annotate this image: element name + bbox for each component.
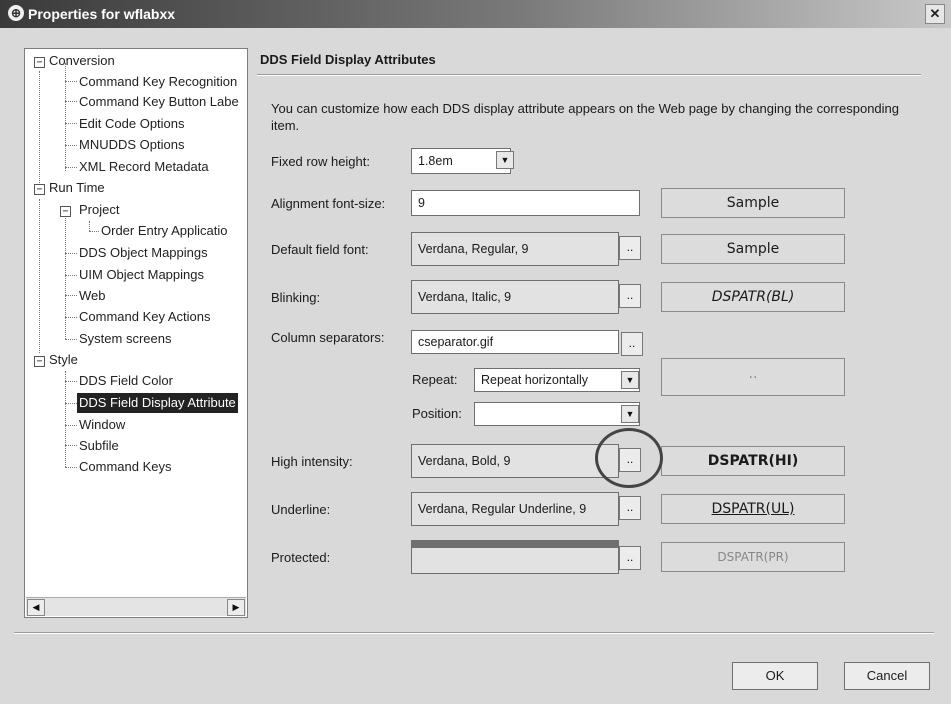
default-field-font-browse-button[interactable]: .. (619, 236, 641, 260)
alignment-font-size-label: Alignment font-size: (271, 196, 386, 211)
tree-item-command-keys[interactable]: Command Keys (79, 457, 171, 477)
column-separators-browse-button[interactable]: .. (621, 332, 643, 356)
cancel-button[interactable]: Cancel (844, 662, 930, 690)
alignment-sample: Sample (661, 188, 845, 218)
underline-field: Verdana, Regular Underline, 9 (411, 492, 619, 526)
tree-item-command-key-button-labels[interactable]: Command Key Button Labe (79, 92, 239, 112)
repeat-label: Repeat: (412, 372, 458, 387)
tree-item-command-key-actions[interactable]: Command Key Actions (79, 307, 211, 327)
repeat-select[interactable]: Repeat horizontally (474, 368, 640, 392)
tree-item-conversion[interactable]: Conversion (49, 51, 115, 71)
chevron-down-icon[interactable]: ▼ (621, 405, 639, 423)
tree-item-project[interactable]: Project (79, 200, 119, 220)
tree-item-uim-object-mappings[interactable]: UIM Object Mappings (79, 265, 204, 285)
title-bar: ⊕ Properties for wflabxx ✕ (0, 0, 951, 28)
protected-label: Protected: (271, 550, 331, 565)
blinking-sample: DSPATR(BL) (661, 282, 845, 312)
scroll-right-icon[interactable]: ▶ (227, 599, 245, 616)
tree-item-system-screens[interactable]: System screens (79, 329, 171, 349)
high-intensity-sample: DSPATR(HI) (661, 446, 845, 476)
chevron-down-icon[interactable]: ▼ (621, 371, 639, 389)
position-select[interactable] (474, 402, 640, 426)
column-separator-sample: .. (661, 358, 845, 396)
tree-item-run-time[interactable]: Run Time (49, 178, 105, 198)
tree-item-dds-field-color[interactable]: DDS Field Color (79, 371, 173, 391)
tree-item-style[interactable]: Style (49, 350, 78, 370)
fixed-row-height-value: 1.8em (418, 154, 453, 168)
tree-item-mnudds-options[interactable]: MNUDDS Options (79, 135, 184, 155)
default-field-font-field: Verdana, Regular, 9 (411, 232, 619, 266)
properties-icon: ⊕ (8, 5, 24, 21)
tree-item-web[interactable]: Web (79, 286, 106, 306)
blinking-browse-button[interactable]: .. (619, 284, 641, 308)
alignment-font-size-input[interactable]: 9 (411, 190, 640, 216)
panel-description: You can customize how each DDS display a… (271, 101, 900, 133)
protected-sample: DSPATR(PR) (661, 542, 845, 572)
underline-sample: DSPATR(UL) (661, 494, 845, 524)
position-label: Position: (412, 406, 462, 421)
ok-button[interactable]: OK (732, 662, 818, 690)
tree-item-edit-code-options[interactable]: Edit Code Options (79, 114, 185, 134)
tree-item-xml-record-metadata[interactable]: XML Record Metadata (79, 157, 209, 177)
collapse-icon[interactable]: − (34, 57, 45, 68)
preferences-tree[interactable]: − Conversion Command Key Recognition Com… (24, 48, 248, 618)
collapse-icon[interactable]: − (34, 356, 45, 367)
column-separators-label: Column separators: (271, 330, 385, 345)
collapse-icon[interactable]: − (34, 184, 45, 195)
tree-item-command-key-recognition[interactable]: Command Key Recognition (79, 72, 237, 92)
window-title: Properties for wflabxx (28, 6, 176, 22)
default-field-font-label: Default field font: (271, 242, 369, 257)
bottom-divider (14, 632, 934, 634)
panel-title: DDS Field Display Attributes (260, 52, 436, 67)
close-button[interactable]: ✕ (925, 4, 945, 24)
high-intensity-field: Verdana, Bold, 9 (411, 444, 619, 478)
fixed-row-height-label: Fixed row height: (271, 154, 370, 169)
protected-browse-button[interactable]: .. (619, 546, 641, 570)
chevron-down-icon[interactable]: ▼ (496, 151, 514, 169)
column-separators-input[interactable]: cseparator.gif (411, 330, 619, 354)
default-field-font-sample: Sample (661, 234, 845, 264)
tree-item-window[interactable]: Window (79, 415, 125, 435)
blinking-field: Verdana, Italic, 9 (411, 280, 619, 314)
tree-item-dds-object-mappings[interactable]: DDS Object Mappings (79, 243, 208, 263)
scroll-left-icon[interactable]: ◀ (27, 599, 45, 616)
repeat-value: Repeat horizontally (481, 373, 589, 387)
blinking-label: Blinking: (271, 290, 321, 305)
underline-browse-button[interactable]: .. (619, 496, 641, 520)
tree-item-subfile[interactable]: Subfile (79, 436, 119, 456)
tree-item-order-entry-application[interactable]: Order Entry Applicatio (101, 221, 227, 241)
horizontal-scrollbar[interactable]: ◀ ▶ (26, 597, 246, 616)
underline-label: Underline: (271, 502, 331, 517)
collapse-icon[interactable]: − (60, 206, 71, 217)
tree-item-dds-field-display-attributes[interactable]: DDS Field Display Attribute (77, 393, 238, 413)
highlight-circle-annotation (595, 428, 663, 488)
panel-divider (257, 74, 921, 76)
high-intensity-label: High intensity: (271, 454, 353, 469)
protected-field (411, 540, 619, 574)
